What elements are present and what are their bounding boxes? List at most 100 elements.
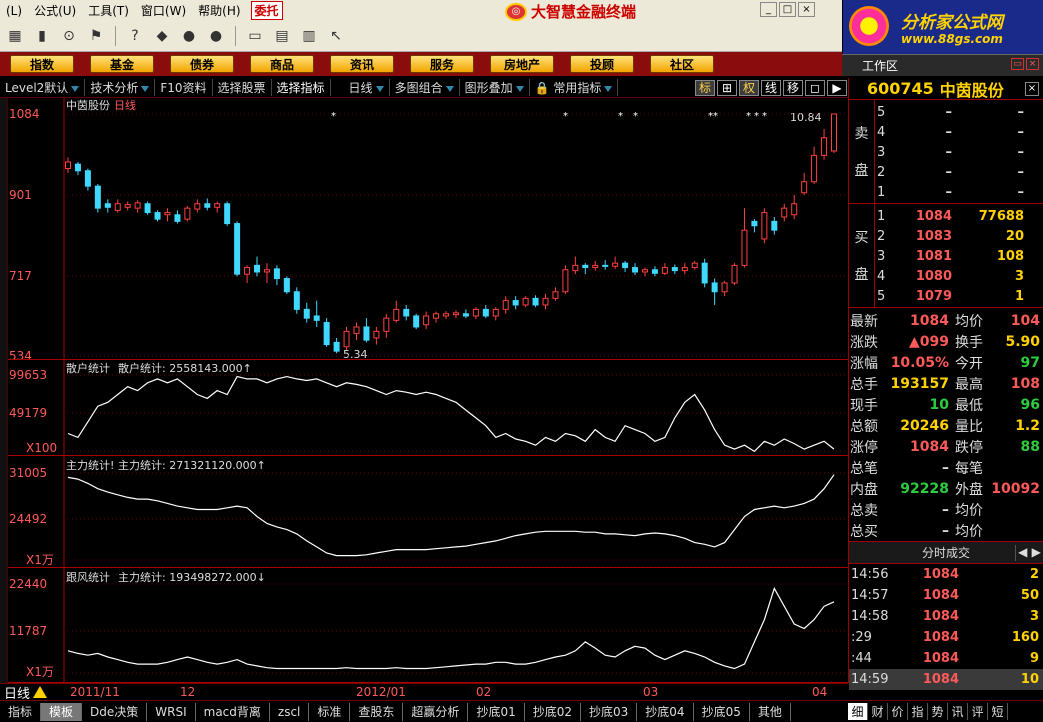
nav-community[interactable]: 社区 <box>650 55 714 73</box>
indicator-tab[interactable]: 抄底03 <box>581 702 638 721</box>
panel-tab[interactable]: 讯 <box>948 703 968 720</box>
left-side-strip[interactable] <box>0 98 8 683</box>
nav-service[interactable]: 服务 <box>410 55 474 73</box>
sell-price: – <box>945 184 953 200</box>
close-icon[interactable]: × <box>798 2 815 17</box>
candle-body <box>831 113 837 152</box>
indicator-tab[interactable]: zscl <box>270 702 310 721</box>
tech-analysis-select[interactable]: 技术分析 <box>85 79 156 96</box>
panel-tab[interactable]: 价 <box>888 703 908 720</box>
next-icon[interactable]: ▶ <box>1030 545 1043 561</box>
prev-icon[interactable]: ◀ <box>1016 545 1030 561</box>
multi-chart-select[interactable]: 多图组合 <box>390 79 460 96</box>
binoculars-icon[interactable]: ⊙ <box>57 25 81 47</box>
indicator-tab[interactable]: 抄底01 <box>468 702 525 721</box>
ytick-sub1-1: 49179 <box>9 406 47 420</box>
candle-body <box>741 229 748 266</box>
zoom-icon[interactable]: ◻ <box>805 79 825 96</box>
alarm-icon[interactable]: ⚑ <box>84 25 108 47</box>
close-panel-icon[interactable]: × <box>1025 81 1039 96</box>
stat-label: 总额 <box>850 418 878 435</box>
f10-red-icon[interactable]: ● <box>177 25 201 47</box>
close-small-icon[interactable]: × <box>1026 58 1039 70</box>
stat-row: 总额 20246 量比 1.2 <box>849 415 1043 436</box>
common-indicator-select[interactable]: 🔒 常用指标 <box>530 79 619 96</box>
nav-news[interactable]: 资讯 <box>330 55 394 73</box>
stat-label: 最新 <box>850 313 878 330</box>
bars-icon[interactable]: ▮ <box>30 25 54 47</box>
sell-volume: – <box>1017 184 1025 200</box>
help-arrow-icon[interactable]: ↖ <box>324 25 348 47</box>
stat-value: 88 <box>1020 438 1040 455</box>
sell-label-1: 卖 <box>854 125 869 142</box>
indicator-tab[interactable]: 模板 <box>41 702 83 721</box>
toggle-mark[interactable]: 标 <box>695 79 715 96</box>
period-select[interactable]: 日线 <box>331 79 390 96</box>
main-force-stats-line <box>67 474 835 557</box>
chart-area[interactable]: 中茵股份 日线 1084 901 717 534 10.84 5.34 散户统计… <box>8 98 848 683</box>
indicator-tab[interactable]: 指标 <box>0 702 42 721</box>
panel-tab[interactable]: 细 <box>848 703 868 720</box>
nav-commodity[interactable]: 商品 <box>250 55 314 73</box>
candle-body <box>303 308 310 319</box>
next-icon[interactable]: ▶ <box>827 79 847 96</box>
buy-label-2: 盘 <box>854 267 869 284</box>
tick-volume: 3 <box>1029 609 1039 624</box>
menu-item-window[interactable]: 窗口(W) <box>135 2 192 19</box>
panel-tab[interactable]: 指 <box>908 703 928 720</box>
diamond-icon[interactable]: ◆ <box>150 25 174 47</box>
question-icon[interactable]: ? <box>123 25 147 47</box>
menu-item-help[interactable]: 帮助(H) <box>192 2 246 19</box>
notes-icon[interactable]: ▭ <box>243 25 267 47</box>
toggle-move[interactable]: 移 <box>783 79 803 96</box>
nav-fund[interactable]: 基金 <box>90 55 154 73</box>
panel-tab[interactable]: 财 <box>868 703 888 720</box>
restore-icon[interactable]: ▭ <box>1011 58 1024 70</box>
nav-realestate[interactable]: 房地产 <box>490 55 554 73</box>
menu-item-tools[interactable]: 工具(T) <box>82 2 135 19</box>
period-indicator[interactable]: 日线 <box>0 683 64 702</box>
overlay-select[interactable]: 图形叠加 <box>460 79 530 96</box>
tick-price: 1084 <box>922 609 959 624</box>
panel-tab[interactable]: 评 <box>968 703 988 720</box>
candle-body <box>144 203 151 214</box>
toggle-line[interactable]: 线 <box>761 79 781 96</box>
select-stock-button[interactable]: 选择股票 <box>213 79 272 96</box>
maximize-icon[interactable]: □ <box>779 2 796 17</box>
chart-svg[interactable]: 中茵股份 日线 1084 901 717 534 10.84 5.34 散户统计… <box>8 98 848 683</box>
indicator-tab[interactable]: macd背离 <box>196 702 270 721</box>
toggle-rights[interactable]: 权 <box>739 79 759 96</box>
menu-item-l[interactable]: (L) <box>0 4 28 18</box>
trade-button[interactable]: 委托 <box>250 1 283 20</box>
panel-tab[interactable]: 短 <box>988 703 1008 720</box>
indicator-tab[interactable]: 其他 <box>750 702 791 721</box>
books-icon[interactable]: ▥ <box>297 25 321 47</box>
level2-select[interactable]: Level2默认 <box>0 79 86 96</box>
indicator-tab[interactable]: 超赢分析 <box>403 702 469 721</box>
window-icon[interactable]: ▤ <box>270 25 294 47</box>
f10-button[interactable]: F10资料 <box>155 79 213 96</box>
workzone-label[interactable]: 工作区 <box>862 59 898 73</box>
select-indicator-button[interactable]: 选择指标 <box>272 79 331 96</box>
f10-blue-icon[interactable]: ● <box>204 25 228 47</box>
indicator-tab[interactable]: 查股东 <box>350 702 404 721</box>
indicator-tab[interactable]: 标准 <box>309 702 351 721</box>
quote-icon[interactable]: ▦ <box>3 25 27 47</box>
minimize-icon[interactable]: _ <box>760 2 777 17</box>
toolbar: ▦ ▮ ⊙ ⚑ ? ◆ ● ● ▭ ▤ ▥ ↖ <box>0 21 842 52</box>
indicator-tab[interactable]: 抄底04 <box>637 702 694 721</box>
candle-body <box>641 269 648 273</box>
toggle-grid[interactable]: ⊞ <box>717 79 737 96</box>
nav-bond[interactable]: 债券 <box>170 55 234 73</box>
indicator-tab[interactable]: 抄底02 <box>525 702 581 721</box>
indicator-tab[interactable]: WRSI <box>147 702 196 721</box>
panel-tabs: 细财价指势讯评短 <box>848 700 1043 722</box>
nav-index[interactable]: 指数 <box>10 55 74 73</box>
indicator-tab[interactable]: Dde决策 <box>82 702 148 721</box>
panel-tab[interactable]: 势 <box>928 703 948 720</box>
indicator-tab[interactable]: 抄底05 <box>694 702 750 721</box>
nav-advisor[interactable]: 投顾 <box>570 55 634 73</box>
tick-price: 1084 <box>922 630 959 645</box>
candle-body <box>214 203 221 208</box>
menu-item-formula[interactable]: 公式(U) <box>28 2 82 19</box>
